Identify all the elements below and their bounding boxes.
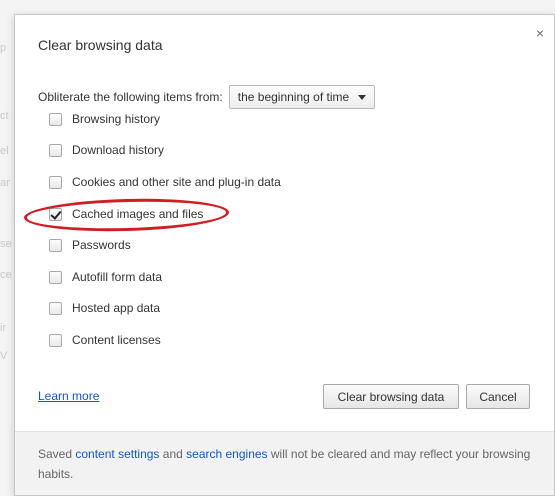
option-label: Autofill form data [72, 270, 163, 284]
footer-text: and [162, 447, 183, 461]
option-label: Hosted app data [72, 301, 161, 315]
background-text-fragment: ir [0, 322, 7, 334]
dropdown-caret-icon [358, 94, 367, 100]
checkbox-hosted-app-data[interactable] [49, 301, 62, 315]
option-label: Passwords [72, 238, 131, 252]
time-range-selected-value: the beginning of time [237, 90, 350, 104]
time-range-select[interactable]: the beginning of time [228, 85, 376, 109]
footer-text: Saved [38, 447, 73, 461]
option-download-history[interactable]: Download history [49, 142, 164, 158]
checkbox-autofill[interactable] [49, 270, 62, 284]
background-text-fragment: p [0, 42, 7, 54]
background-text-fragment: ce [0, 269, 12, 281]
checkbox-download-history[interactable] [49, 143, 62, 157]
option-autofill[interactable]: Autofill form data [49, 269, 162, 285]
background-text-fragment: ar [0, 177, 10, 189]
time-range-row: Obliterate the following items from: the… [38, 85, 376, 109]
option-passwords[interactable]: Passwords [49, 237, 131, 253]
option-hosted-app-data[interactable]: Hosted app data [49, 300, 160, 316]
background-text-fragment: el [0, 145, 9, 157]
option-label: Content licenses [72, 333, 161, 347]
close-icon[interactable]: × [536, 26, 544, 40]
search-engines-link[interactable]: search engines [186, 447, 267, 461]
option-label: Cookies and other site and plug-in data [72, 175, 281, 189]
option-cookies[interactable]: Cookies and other site and plug-in data [49, 174, 281, 190]
learn-more-link[interactable]: Learn more [38, 389, 99, 403]
clear-browsing-data-dialog: Clear browsing data × Obliterate the fol… [14, 14, 555, 496]
checkbox-content-licenses[interactable] [49, 333, 62, 347]
checkbox-browsing-history[interactable] [49, 112, 62, 126]
checkbox-passwords[interactable] [49, 238, 62, 252]
option-browsing-history[interactable]: Browsing history [49, 111, 160, 127]
time-range-label: Obliterate the following items from: [38, 90, 223, 104]
cancel-button[interactable]: Cancel [466, 384, 530, 409]
clear-browsing-data-button[interactable]: Clear browsing data [323, 384, 459, 409]
option-label: Download history [72, 143, 165, 157]
content-settings-link[interactable]: content settings [75, 447, 159, 461]
dialog-footer-note: Saved content settings and search engine… [15, 431, 554, 495]
background-text-fragment: V [0, 350, 8, 362]
option-label: Browsing history [72, 112, 161, 126]
background-text-fragment: ct [0, 110, 9, 122]
background-text-fragment: se [0, 238, 12, 250]
dialog-title: Clear browsing data [38, 37, 163, 53]
red-ellipse-annotation [23, 196, 230, 234]
checkbox-cookies[interactable] [49, 175, 62, 189]
option-content-licenses[interactable]: Content licenses [49, 332, 161, 348]
